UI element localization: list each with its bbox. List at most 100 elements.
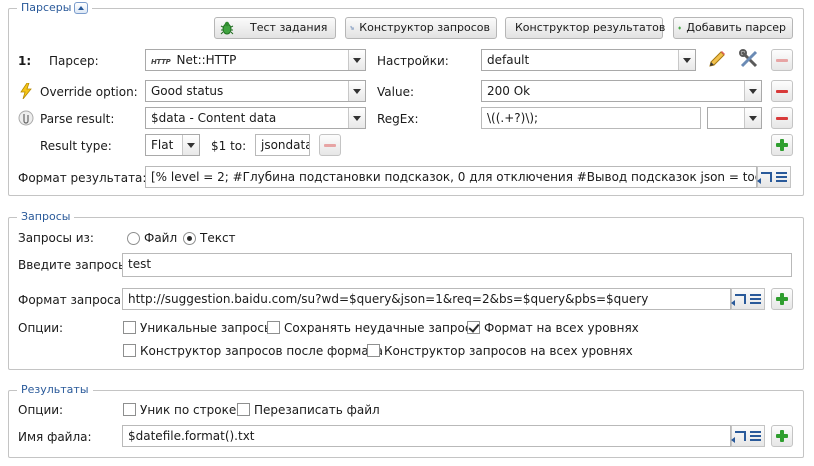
format-all-levels-label: Формат на всех уровнях bbox=[484, 321, 639, 335]
unique-queries-checkbox[interactable] bbox=[123, 321, 136, 334]
list-icon[interactable] bbox=[750, 294, 761, 304]
from-file-radio[interactable] bbox=[127, 232, 140, 245]
result-format-value: [% level = 2; #Глубина подстановки подск… bbox=[151, 170, 757, 184]
filename-input[interactable]: $datefile.format().txt bbox=[122, 425, 731, 447]
plus-icon bbox=[678, 26, 682, 30]
add-parser-label: Добавить парсер bbox=[686, 21, 786, 34]
list-icon[interactable] bbox=[776, 172, 787, 182]
dollar1-label: $1 to: bbox=[211, 139, 247, 153]
override-select[interactable]: Good status bbox=[145, 80, 366, 102]
parser-index: 1: bbox=[18, 54, 32, 68]
add-result-type-button[interactable] bbox=[771, 134, 793, 156]
from-text-radio[interactable] bbox=[183, 232, 196, 245]
save-failed-checkbox[interactable] bbox=[267, 321, 280, 334]
queries-textarea[interactable]: test bbox=[122, 253, 792, 277]
add-filename-button[interactable] bbox=[771, 425, 793, 447]
remove-parser-button[interactable] bbox=[771, 49, 793, 71]
chevron-down-icon[interactable] bbox=[348, 81, 365, 101]
chevron-down-icon[interactable] bbox=[744, 81, 761, 101]
result-builder-label: Конструктор результатов bbox=[515, 21, 666, 34]
queries-legend-label: Запросы bbox=[21, 210, 71, 223]
dollar1-value: jsondata bbox=[261, 138, 310, 152]
value-value: 200 Ok bbox=[487, 84, 531, 98]
builder-all-levels-checkbox[interactable] bbox=[367, 344, 380, 357]
wrap-icon[interactable] bbox=[757, 172, 772, 184]
tools-icon bbox=[739, 49, 758, 68]
unique-by-line-label: Уник по строке bbox=[140, 403, 237, 417]
chevron-down-icon[interactable] bbox=[348, 50, 365, 70]
query-format-input[interactable]: http://suggestion.baidu.com/su?wd=$query… bbox=[122, 288, 731, 310]
filename-value: $datefile.format().txt bbox=[128, 429, 255, 443]
remove-regex-button[interactable] bbox=[771, 107, 793, 129]
collapse-icon[interactable] bbox=[74, 2, 89, 14]
dollar1-input[interactable]: jsondata bbox=[255, 134, 310, 156]
pencil-icon bbox=[709, 51, 725, 67]
test-task-button[interactable]: Тест задания bbox=[214, 17, 336, 39]
query-format-tools bbox=[731, 288, 765, 310]
parse-result-value: $data - Content data bbox=[151, 111, 277, 125]
parse-result-label: Parse result: bbox=[40, 112, 115, 126]
unique-by-line-checkbox[interactable] bbox=[123, 403, 136, 416]
enter-queries-label: Введите запросы: bbox=[18, 258, 132, 272]
lightning-icon bbox=[20, 83, 32, 99]
builder-after-format-checkbox[interactable] bbox=[123, 344, 136, 357]
parsers-legend: Парсеры bbox=[17, 1, 93, 15]
queries-legend: Запросы bbox=[17, 210, 75, 224]
result-format-input[interactable]: [% level = 2; #Глубина подстановки подск… bbox=[145, 166, 757, 188]
builder-all-levels-label: Конструктор запросов на всех уровнях bbox=[384, 344, 633, 358]
results-legend: Результаты bbox=[17, 383, 93, 397]
overwrite-file-label: Перезаписать файл bbox=[254, 403, 380, 417]
queries-text-value: test bbox=[128, 257, 152, 271]
save-failed-label: Сохранять неудачные запросы bbox=[284, 321, 481, 335]
parser-value: Net::HTTP bbox=[176, 53, 237, 67]
remove-override-button[interactable] bbox=[771, 80, 793, 102]
query-format-value: http://suggestion.baidu.com/su?wd=$query… bbox=[128, 292, 649, 306]
override-label: Override option: bbox=[40, 85, 138, 99]
value-label: Value: bbox=[377, 85, 414, 99]
tools-button[interactable] bbox=[738, 48, 762, 72]
overwrite-file-checkbox[interactable] bbox=[237, 403, 250, 416]
override-value: Good status bbox=[151, 84, 224, 98]
regex-label: RegEx: bbox=[377, 112, 419, 126]
hierarchy-icon bbox=[350, 25, 354, 31]
settings-select[interactable]: default bbox=[481, 49, 696, 71]
remove-result-type-button[interactable] bbox=[319, 134, 341, 156]
parsers-legend-label: Парсеры bbox=[21, 1, 72, 14]
regex-flags-select[interactable] bbox=[707, 107, 762, 129]
from-text-label: Текст bbox=[200, 231, 236, 245]
regex-input[interactable]: \((.+?)\); bbox=[481, 107, 701, 129]
result-builder-button[interactable]: Конструктор результатов bbox=[505, 17, 666, 39]
settings-value: default bbox=[487, 53, 530, 67]
http-icon: HTTP bbox=[151, 58, 171, 66]
wrap-icon[interactable] bbox=[731, 431, 746, 443]
parser-select[interactable]: HTTP Net::HTTP bbox=[145, 49, 366, 71]
chevron-down-icon[interactable] bbox=[744, 108, 761, 128]
query-format-label: Формат запроса: bbox=[18, 293, 126, 307]
unique-queries-label: Уникальные запросы bbox=[140, 321, 274, 335]
result-type-value: Flat bbox=[151, 138, 174, 152]
chevron-down-icon[interactable] bbox=[678, 50, 695, 70]
result-type-label: Result type: bbox=[40, 139, 112, 153]
results-legend-label: Результаты bbox=[21, 383, 89, 396]
query-builder-button[interactable]: Конструктор запросов bbox=[345, 17, 497, 39]
parse-result-select[interactable]: $data - Content data bbox=[145, 107, 366, 129]
bug-icon bbox=[220, 21, 234, 35]
paperclip-icon bbox=[18, 110, 34, 126]
chevron-down-icon[interactable] bbox=[182, 135, 199, 155]
result-format-tools bbox=[757, 166, 791, 188]
wrap-icon[interactable] bbox=[731, 294, 746, 306]
result-type-select[interactable]: Flat bbox=[145, 134, 200, 156]
value-select[interactable]: 200 Ok bbox=[481, 80, 762, 102]
regex-value: \((.+?)\); bbox=[487, 111, 539, 125]
parser-label: Парсер: bbox=[49, 54, 99, 68]
edit-settings-button[interactable] bbox=[706, 48, 730, 72]
chevron-down-icon[interactable] bbox=[348, 108, 365, 128]
results-section: Результаты bbox=[8, 383, 804, 458]
settings-label: Настройки: bbox=[377, 54, 449, 68]
add-parser-button[interactable]: Добавить парсер bbox=[673, 17, 793, 39]
list-icon[interactable] bbox=[750, 431, 761, 441]
add-query-format-button[interactable] bbox=[771, 288, 793, 310]
query-options-label: Опции: bbox=[18, 321, 64, 335]
filename-label: Имя файла: bbox=[18, 430, 92, 444]
format-all-levels-checkbox[interactable] bbox=[467, 321, 480, 334]
